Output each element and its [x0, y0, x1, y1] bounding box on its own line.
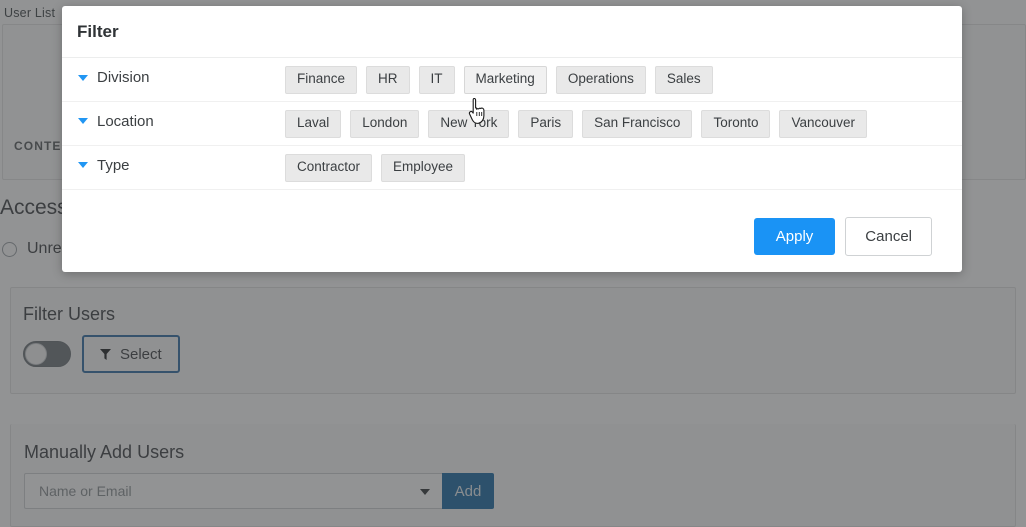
type-chip-group: Contractor Employee	[285, 153, 481, 182]
chip-finance[interactable]: Finance	[285, 66, 358, 94]
caret-down-icon[interactable]	[78, 118, 88, 125]
chip-san-francisco[interactable]: San Francisco	[582, 109, 693, 138]
chip-hr[interactable]: HR	[366, 66, 410, 94]
filter-dialog-header: Filter	[62, 6, 962, 58]
chip-london[interactable]: London	[350, 109, 420, 138]
filter-section-type-label: Type	[97, 156, 130, 174]
chip-toronto[interactable]: Toronto	[701, 109, 771, 138]
filter-section-division-label: Division	[97, 69, 150, 86]
filter-dialog: Filter Division Finance HR IT Marketing …	[62, 6, 962, 272]
chip-it[interactable]: IT	[418, 66, 455, 94]
filter-dialog-body: Division Finance HR IT Marketing Operati…	[62, 58, 962, 190]
chip-laval[interactable]: Laval	[285, 109, 342, 138]
chip-marketing[interactable]: Marketing	[463, 66, 547, 94]
chip-paris[interactable]: Paris	[518, 109, 574, 138]
chip-sales[interactable]: Sales	[654, 66, 713, 94]
filter-section-type: Type Contractor Employee	[62, 146, 962, 190]
filter-section-division-label-group: Division	[62, 66, 285, 86]
filter-section-division: Division Finance HR IT Marketing Operati…	[62, 58, 962, 102]
filter-section-type-label-group: Type	[62, 154, 285, 174]
filter-section-location-label-group: Location	[62, 110, 285, 130]
filter-dialog-title: Filter	[77, 21, 119, 41]
apply-button[interactable]: Apply	[753, 217, 836, 255]
caret-down-icon[interactable]	[78, 162, 88, 169]
filter-dialog-footer: Apply Cancel	[62, 200, 962, 272]
filter-section-location-label: Location	[97, 112, 154, 130]
location-chip-group: Laval London New York Paris San Francisc…	[285, 109, 883, 138]
chip-operations[interactable]: Operations	[555, 66, 646, 94]
chip-employee[interactable]: Employee	[381, 153, 466, 182]
filter-section-location: Location Laval London New York Paris San…	[62, 102, 962, 146]
chip-contractor[interactable]: Contractor	[285, 153, 373, 182]
cancel-button[interactable]: Cancel	[845, 216, 932, 256]
chip-new-york[interactable]: New York	[428, 109, 510, 138]
caret-down-icon[interactable]	[78, 74, 88, 81]
division-chip-group: Finance HR IT Marketing Operations Sales	[285, 66, 729, 94]
chip-vancouver[interactable]: Vancouver	[779, 109, 868, 138]
